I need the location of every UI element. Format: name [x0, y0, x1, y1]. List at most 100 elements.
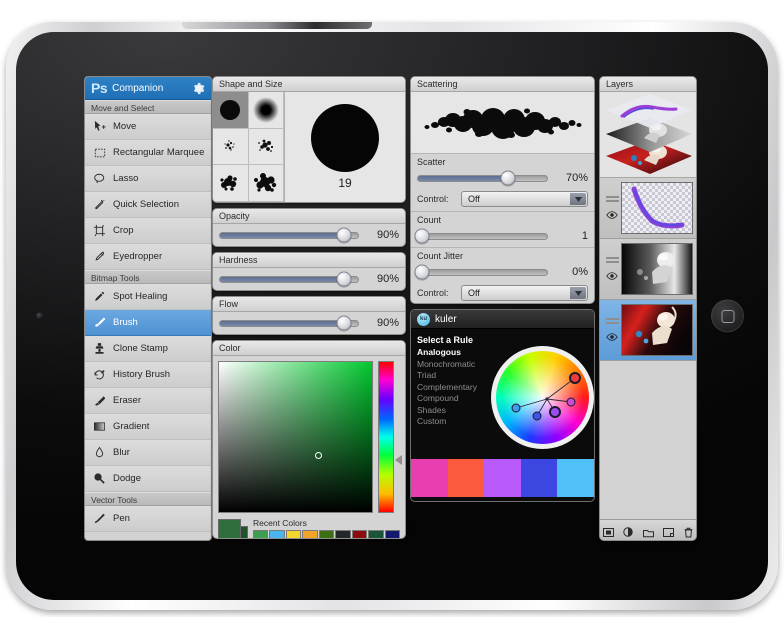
app-title: Companion [112, 82, 164, 94]
count-jitter-slider[interactable] [414, 264, 548, 280]
tool-group-header: Bitmap Tools [85, 270, 211, 284]
scatter-control-label: Control: [417, 194, 449, 204]
sidebar-item-blur[interactable]: Blur [85, 440, 211, 466]
layer-drag-handle[interactable] [605, 257, 619, 265]
kuler-rule-analogous[interactable]: Analogous [417, 347, 491, 359]
kuler-rule-custom[interactable]: Custom [417, 416, 491, 428]
kuler-wheel-node[interactable] [549, 405, 561, 418]
app-screen: Ps Companion Move and Select Move Rectangu… [84, 76, 697, 541]
hardness-slider[interactable] [219, 271, 359, 287]
sidebar-item-quick-selection[interactable]: Quick Selection [85, 192, 211, 218]
recent-color-swatch[interactable] [269, 530, 285, 538]
sidebar-item-move[interactable]: Move [85, 114, 211, 140]
kuler-palette-swatch[interactable] [411, 459, 448, 497]
recent-color-swatch[interactable] [302, 530, 318, 538]
layer-row[interactable] [600, 300, 696, 361]
recent-color-swatch[interactable] [351, 530, 368, 538]
sidebar-item-label: Eyedropper [113, 251, 163, 262]
brush-preset-hard-round[interactable] [213, 92, 249, 129]
jitter-control-select[interactable]: Off [461, 285, 588, 301]
new-layer-icon[interactable] [662, 525, 674, 537]
sidebar-item-lasso[interactable]: Lasso [85, 166, 211, 192]
sidebar-item-eraser[interactable]: Eraser [85, 388, 211, 414]
flow-panel: Flow 90% [212, 296, 406, 335]
recent-color-swatch[interactable] [368, 530, 384, 538]
chevron-down-icon[interactable] [570, 287, 586, 299]
kuler-wheel-node[interactable] [569, 371, 581, 384]
count-label: Count [417, 215, 442, 225]
layer-visibility-icon[interactable] [606, 272, 618, 281]
shape-and-size-panel: Shape and Size 19 [212, 76, 406, 203]
brush-preset-heavy-spatter[interactable] [248, 165, 284, 202]
layer-visibility-icon[interactable] [606, 333, 618, 342]
sidebar-item-label: Clone Stamp [113, 343, 168, 354]
foreground-background-swatch[interactable] [218, 519, 248, 538]
sidebar-item-pen[interactable]: Pen [85, 506, 211, 532]
kuler-wheel-node[interactable] [532, 411, 542, 420]
layers-toolbar [600, 519, 696, 540]
add-layer-mask-icon[interactable] [602, 525, 614, 537]
brush-preset-spatter[interactable] [248, 128, 284, 166]
kuler-wheel-node[interactable] [566, 397, 576, 406]
chevron-down-icon[interactable] [570, 193, 586, 205]
kuler-color-wheel[interactable] [491, 345, 594, 449]
saturation-value-picker[interactable] [218, 361, 373, 513]
opacity-slider[interactable] [219, 227, 359, 243]
gear-icon[interactable] [192, 82, 205, 95]
hue-slider[interactable] [378, 361, 402, 513]
adjustment-layer-icon[interactable] [622, 525, 634, 537]
sidebar-item-spot-healing[interactable]: Spot Healing [85, 284, 211, 310]
sidebar-item-history-brush[interactable]: History Brush [85, 362, 211, 388]
recent-color-swatch[interactable] [253, 530, 269, 538]
scatter-control-select[interactable]: Off [461, 191, 588, 207]
layer-drag-handle[interactable] [605, 196, 619, 204]
kuler-wheel-node[interactable] [511, 403, 521, 412]
sidebar-item-rectangular-marquee[interactable]: Rectangular Marquee [85, 140, 211, 166]
recent-color-swatch[interactable] [384, 530, 400, 538]
home-button[interactable] [711, 299, 744, 333]
sidebar-item-label: Gradient [113, 421, 150, 432]
layer-drag-handle[interactable] [605, 318, 619, 326]
kuler-rule-shades[interactable]: Shades [417, 405, 491, 417]
layer-visibility-icon[interactable] [606, 211, 618, 220]
sidebar-item-brush[interactable]: Brush [85, 310, 211, 336]
brush-preset-fine-spatter[interactable] [213, 128, 249, 166]
sidebar-item-gradient[interactable]: Gradient [85, 414, 211, 440]
kuler-panel: ku kuler Select a Rule Analogous Monochro… [410, 309, 595, 502]
kuler-rule-triad[interactable]: Triad [417, 370, 491, 382]
flow-slider[interactable] [219, 315, 359, 331]
sidebar-item-crop[interactable]: Crop [85, 218, 211, 244]
brush-preset-chalk[interactable] [213, 165, 249, 202]
new-group-icon[interactable] [642, 525, 654, 538]
recent-color-swatch[interactable] [335, 530, 351, 538]
kuler-palette-swatch[interactable] [520, 459, 558, 497]
eyedropper-icon [92, 250, 107, 264]
foreground-color-swatch[interactable] [218, 519, 241, 538]
brush-preset-soft-round[interactable] [248, 92, 284, 129]
kuler-rule-compound[interactable]: Compound [417, 393, 491, 405]
layer-thumbnail[interactable] [621, 182, 693, 234]
layer-thumbnail[interactable] [621, 304, 693, 356]
photoshop-logo: Ps [91, 80, 108, 96]
kuler-palette-swatch[interactable] [447, 459, 485, 497]
delete-layer-icon[interactable] [683, 525, 694, 538]
count-slider[interactable] [414, 228, 548, 244]
hardness-label: Hardness [213, 253, 405, 268]
sidebar-item-label: Spot Healing [113, 291, 168, 302]
sidebar-item-dodge[interactable]: Dodge [85, 466, 211, 492]
kuler-palette-swatch[interactable] [484, 459, 521, 497]
app-header: Ps Companion [85, 77, 211, 100]
layer-thumbnail[interactable] [621, 243, 693, 295]
recent-colors-label: Recent Colors [253, 518, 307, 528]
scatter-slider[interactable] [417, 170, 548, 186]
recent-color-swatch[interactable] [318, 530, 335, 538]
recent-color-swatch[interactable] [285, 530, 302, 538]
sidebar-item-eyedropper[interactable]: Eyedropper [85, 244, 211, 270]
layer-row[interactable] [600, 178, 696, 239]
kuler-rule-complementary[interactable]: Complementary [417, 382, 491, 394]
kuler-rule-monochromatic[interactable]: Monochromatic [417, 359, 491, 371]
hue-slider-handle[interactable] [395, 455, 402, 465]
kuler-palette-swatch[interactable] [557, 459, 594, 497]
layer-row[interactable] [600, 239, 696, 300]
sidebar-item-clone-stamp[interactable]: Clone Stamp [85, 336, 211, 362]
